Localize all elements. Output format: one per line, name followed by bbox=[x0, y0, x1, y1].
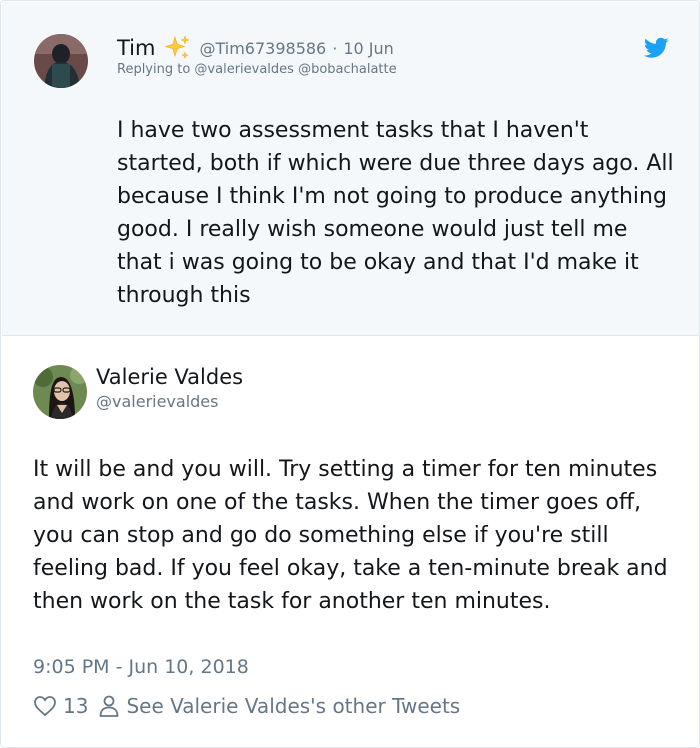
main-display-name[interactable]: Valerie Valdes bbox=[96, 365, 243, 389]
tweet-actions: 13 See Valerie Valdes's other Tweets bbox=[33, 691, 460, 721]
parent-author-row: Tim @Tim67398586 · 10 Jun bbox=[117, 34, 394, 62]
avatar-tim[interactable] bbox=[34, 34, 88, 88]
parent-tweet[interactable]: Tim @Tim67398586 · 10 Jun Replying to @v… bbox=[2, 2, 699, 336]
person-icon[interactable] bbox=[98, 694, 120, 718]
sparkles-emoji-icon bbox=[163, 34, 191, 62]
parent-date[interactable]: 10 Jun bbox=[343, 39, 393, 58]
parent-handle[interactable]: @Tim67398586 bbox=[199, 39, 326, 58]
heart-icon[interactable] bbox=[33, 694, 57, 718]
parent-display-name[interactable]: Tim bbox=[117, 36, 155, 60]
avatar-valerie[interactable] bbox=[33, 365, 87, 419]
replying-to-line[interactable]: Replying to @valerievaldes @bobachalatte bbox=[117, 62, 397, 77]
main-tweet-text: It will be and you will. Try setting a t… bbox=[33, 457, 668, 614]
tweet-embed: Tim @Tim67398586 · 10 Jun Replying to @v… bbox=[0, 0, 700, 748]
like-count[interactable]: 13 bbox=[63, 694, 88, 718]
tweet-timestamp[interactable]: 9:05 PM - Jun 10, 2018 bbox=[33, 656, 249, 678]
other-tweets-link[interactable]: See Valerie Valdes's other Tweets bbox=[126, 694, 460, 718]
main-handle[interactable]: @valerievaldes bbox=[96, 392, 218, 411]
meta-separator: · bbox=[332, 38, 338, 58]
twitter-bird-icon[interactable] bbox=[643, 37, 669, 59]
parent-tweet-text: I have two assessment tasks that I haven… bbox=[117, 118, 674, 308]
